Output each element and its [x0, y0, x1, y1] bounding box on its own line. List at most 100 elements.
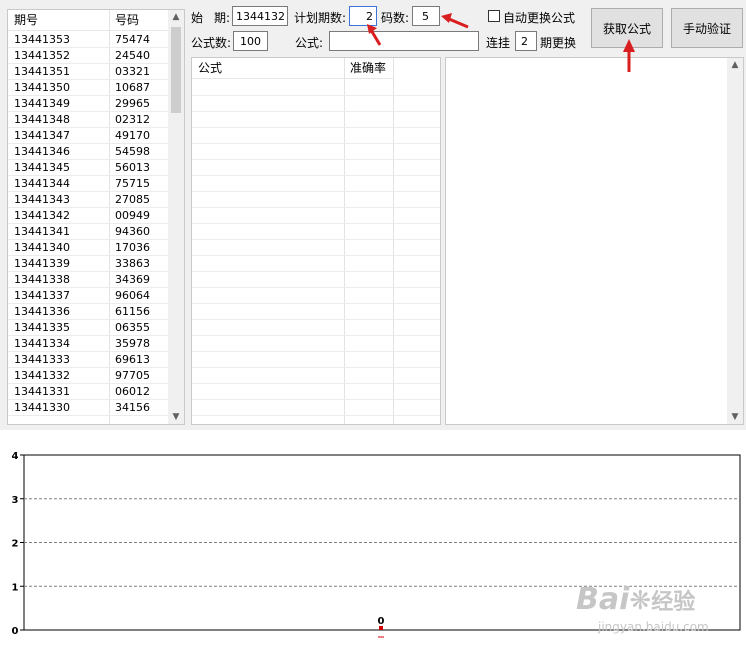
formula-row[interactable] [192, 176, 440, 192]
formula-row[interactable] [192, 128, 440, 144]
period-cell: 13441349 [14, 97, 70, 110]
start-period-input[interactable] [232, 6, 288, 26]
formula-row[interactable] [192, 256, 440, 272]
formula-row[interactable] [192, 288, 440, 304]
result-scroll-up-icon[interactable]: ▲ [727, 60, 743, 70]
result-textarea[interactable]: ▲ ▼ [445, 57, 744, 425]
table-row[interactable]: 13441334 35978 [8, 336, 168, 352]
formula-row[interactable] [192, 384, 440, 400]
formula-row[interactable] [192, 400, 440, 416]
period-cell: 13441351 [14, 65, 70, 78]
history-table[interactable]: 期号 号码 13441353 75474 13441352 24540 13441351… [7, 9, 185, 425]
number-cell: 00949 [115, 209, 150, 222]
history-scrollbar[interactable]: ▲ ▼ [168, 10, 184, 424]
formula-input[interactable] [329, 31, 479, 51]
number-cell: 97705 [115, 369, 150, 382]
table-row[interactable]: 13441341 94360 [8, 224, 168, 240]
manual-verify-button[interactable]: 手动验证 [671, 8, 743, 48]
formula-row[interactable] [192, 304, 440, 320]
table-row[interactable]: 13441345 56013 [8, 160, 168, 176]
table-row[interactable]: 13441346 54598 [8, 144, 168, 160]
formula-header-formula[interactable]: 公式 [192, 58, 344, 79]
period-cell: 13441336 [14, 305, 70, 318]
formula-header-accuracy[interactable]: 准确率 [344, 58, 393, 79]
table-row[interactable]: 13441332 97705 [8, 368, 168, 384]
auto-replace-label[interactable]: 自动更换公式 [503, 9, 575, 26]
table-row[interactable]: 13441342 00949 [8, 208, 168, 224]
formula-row[interactable] [192, 272, 440, 288]
history-header-number[interactable]: 号码 [109, 10, 168, 31]
table-row[interactable]: 13441337 96064 [8, 288, 168, 304]
number-cell: 06012 [115, 385, 150, 398]
number-cell: 96064 [115, 289, 150, 302]
history-header-period[interactable]: 期号 [8, 10, 109, 31]
number-cell: 33863 [115, 257, 150, 270]
formula-row[interactable] [192, 96, 440, 112]
streak-suffix-label: 期更换 [540, 36, 577, 50]
data-point-label: 0 [378, 616, 385, 627]
table-row[interactable]: 13441335 06355 [8, 320, 168, 336]
table-row[interactable]: 13441336 61156 [8, 304, 168, 320]
y-tick-label: 3 [12, 495, 19, 506]
result-scrollbar[interactable]: ▲ ▼ [727, 58, 743, 424]
period-cell: 13441340 [14, 241, 70, 254]
table-row[interactable]: 13441347 49170 [8, 128, 168, 144]
table-row[interactable]: 13441350 10687 [8, 80, 168, 96]
number-cell: 94360 [115, 225, 150, 238]
formula-row[interactable] [192, 144, 440, 160]
formula-row[interactable] [192, 240, 440, 256]
period-cell: 13441341 [14, 225, 70, 238]
code-count-label: 码数: [381, 11, 410, 25]
arrow-annotation-codes-icon [441, 13, 469, 29]
number-cell: 75474 [115, 33, 150, 46]
formula-label: 公式: [295, 36, 324, 50]
table-row[interactable]: 13441339 33863 [8, 256, 168, 272]
table-row[interactable]: 13441349 29965 [8, 96, 168, 112]
period-cell: 13441333 [14, 353, 70, 366]
table-row[interactable]: 13441338 34369 [8, 272, 168, 288]
formula-row[interactable] [192, 224, 440, 240]
table-row[interactable]: 13441331 06012 [8, 384, 168, 400]
table-row[interactable]: 13441333 69613 [8, 352, 168, 368]
start-label-1: 始 [191, 11, 204, 25]
number-cell: 06355 [115, 321, 150, 334]
formula-row[interactable] [192, 320, 440, 336]
code-count-input[interactable] [412, 6, 440, 26]
table-row[interactable]: 13441352 24540 [8, 48, 168, 64]
formula-row[interactable] [192, 208, 440, 224]
scroll-down-icon[interactable]: ▼ [168, 412, 184, 422]
period-cell: 13441353 [14, 33, 70, 46]
y-tick-label: 0 [12, 626, 19, 637]
table-row[interactable]: 13441348 02312 [8, 112, 168, 128]
formula-row[interactable] [192, 368, 440, 384]
watermark-brand: Bai [576, 582, 630, 617]
formula-row[interactable] [192, 160, 440, 176]
period-cell: 13441342 [14, 209, 70, 222]
formula-table[interactable]: 公式 准确率 [191, 57, 441, 425]
auto-replace-checkbox[interactable] [488, 10, 500, 22]
result-scroll-down-icon[interactable]: ▼ [727, 412, 743, 422]
table-row[interactable]: 13441353 75474 [8, 32, 168, 48]
scroll-up-icon[interactable]: ▲ [168, 12, 184, 22]
table-row[interactable]: 13441330 34156 [8, 400, 168, 416]
formula-row[interactable] [192, 192, 440, 208]
period-cell: 13441346 [14, 145, 70, 158]
number-cell: 34369 [115, 273, 150, 286]
number-cell: 35978 [115, 337, 150, 350]
formula-row[interactable] [192, 80, 440, 96]
scroll-thumb[interactable] [171, 27, 181, 113]
period-cell: 13441344 [14, 177, 70, 190]
start-label-2: 期: [214, 11, 231, 25]
table-row[interactable]: 13441340 17036 [8, 240, 168, 256]
formula-count-input[interactable] [233, 31, 268, 51]
number-cell: 69613 [115, 353, 150, 366]
formula-row[interactable] [192, 112, 440, 128]
formula-row[interactable] [192, 336, 440, 352]
table-row[interactable]: 13441344 75715 [8, 176, 168, 192]
number-cell: 02312 [115, 113, 150, 126]
table-row[interactable]: 13441343 27085 [8, 192, 168, 208]
streak-input[interactable] [515, 31, 537, 51]
formula-row[interactable] [192, 352, 440, 368]
table-row[interactable]: 13441351 03321 [8, 64, 168, 80]
y-tick-label: 1 [12, 582, 19, 593]
